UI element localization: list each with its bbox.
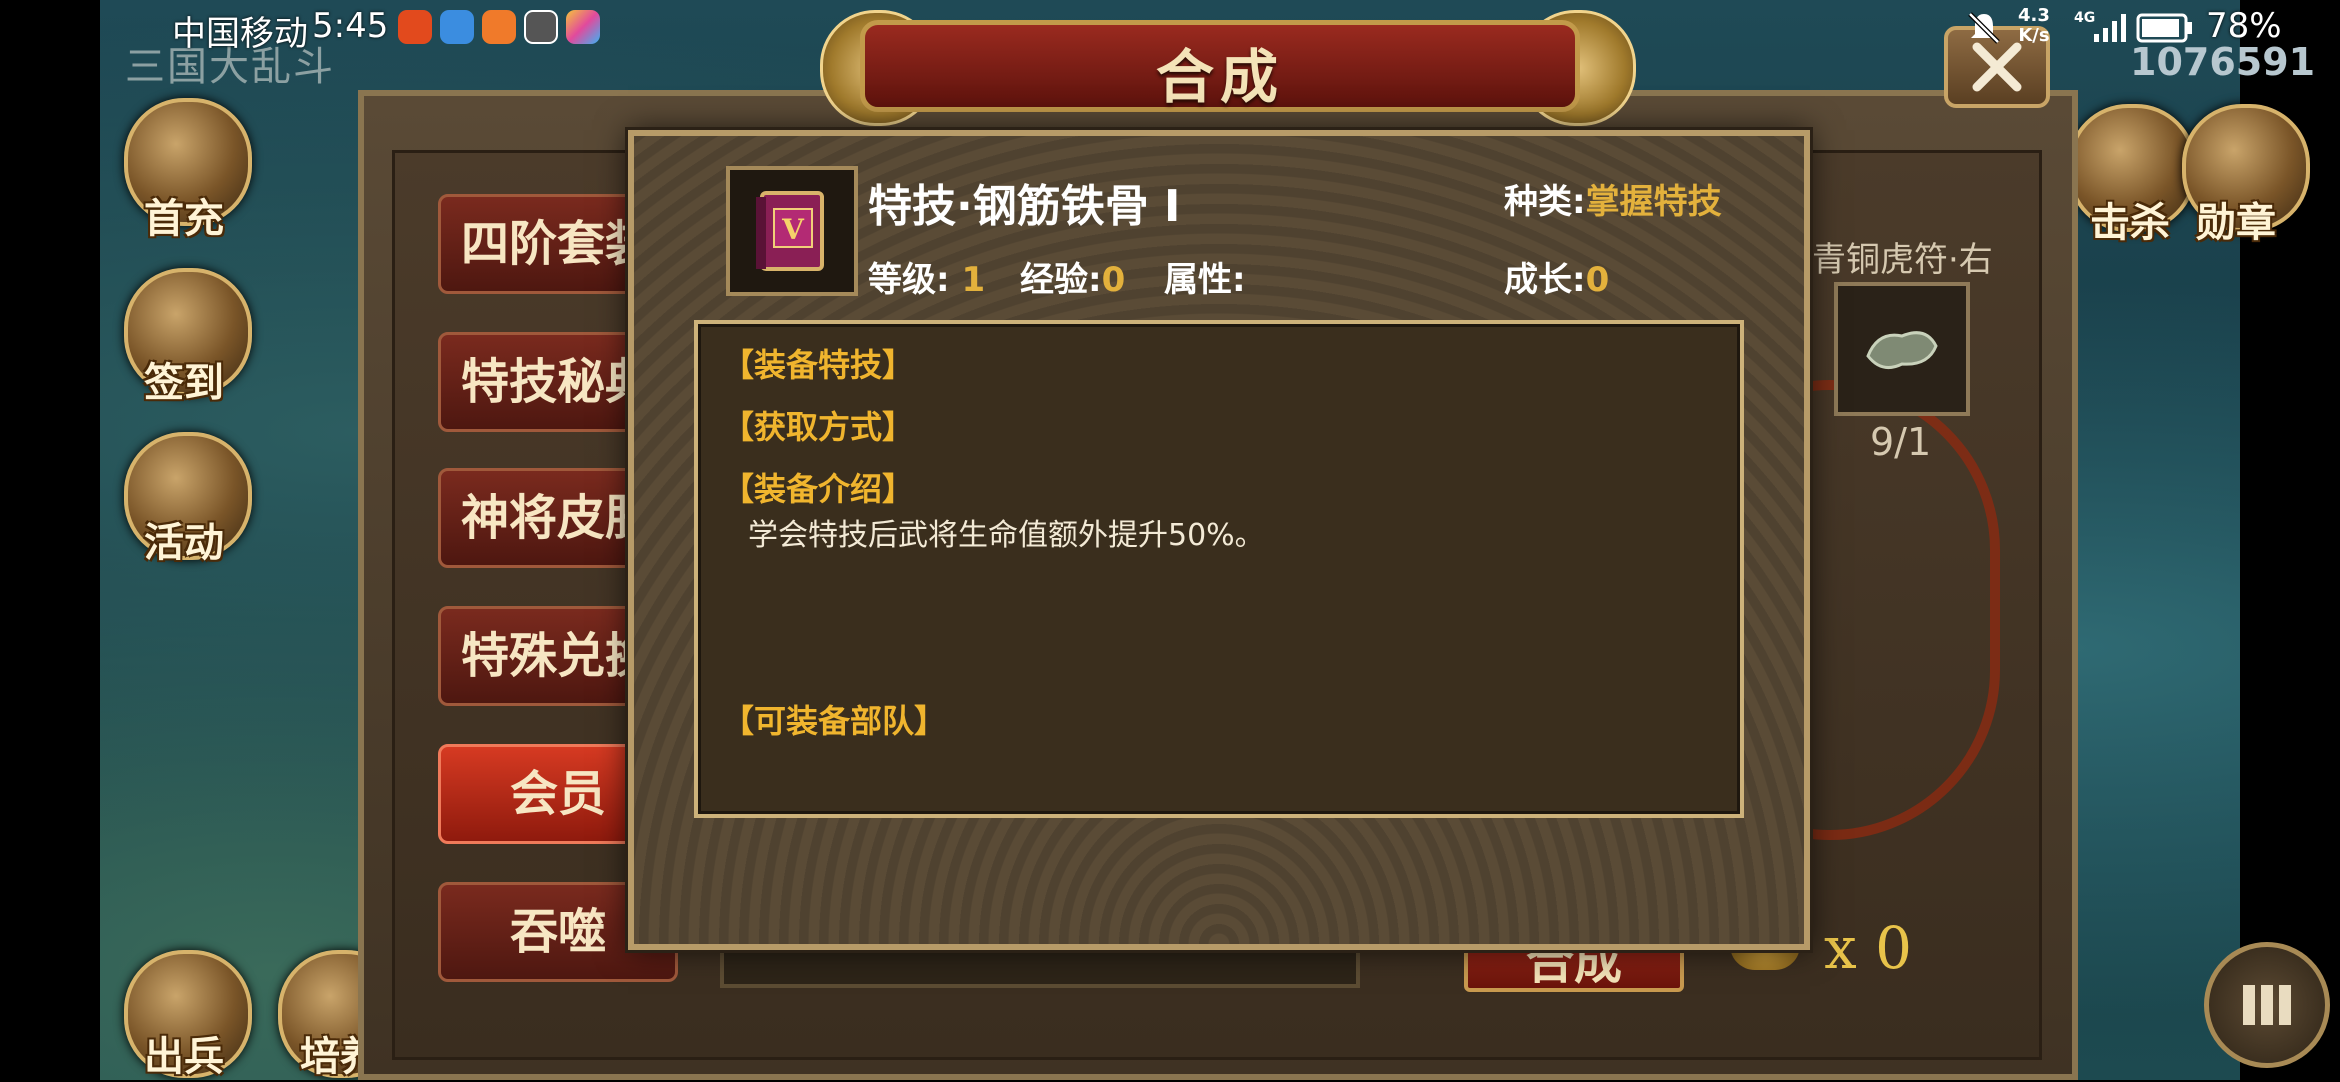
exp-value: 0 <box>1101 260 1126 300</box>
material-count: 9/1 <box>1870 420 1932 464</box>
skill-book-letter: V <box>781 213 805 246</box>
description-box <box>694 320 1744 818</box>
signal-icon <box>2094 14 2126 42</box>
item-icon-frame: V <box>726 166 858 296</box>
letterbox-left <box>0 0 100 1080</box>
material-slot[interactable] <box>1834 282 1970 416</box>
type-value: 掌握特技 <box>1585 182 1722 222</box>
item-type: 种类:掌握特技 <box>1504 174 1722 223</box>
material-name: 青铜虎符·右 <box>1812 240 1993 280</box>
item-name: 特技·钢筋铁骨 Ⅰ <box>868 181 1181 232</box>
mute-icon <box>1968 12 2000 44</box>
kill-label: 击杀 <box>2090 200 2170 246</box>
attr-label: 属性: <box>1164 260 1246 300</box>
activity-label: 活动 <box>144 520 224 566</box>
menu-grid-icon <box>2243 985 2291 1025</box>
coin-count: x 0 <box>1824 914 1913 982</box>
skill-book-icon: V <box>756 191 824 271</box>
status-bar: 中国移动 5:45 4.3 K/s 4G 78% <box>0 0 2340 56</box>
first-recharge-label: 首充 <box>144 196 224 242</box>
medal-label: 勋章 <box>2196 200 2276 246</box>
tiger-tally-icon <box>1866 331 1938 370</box>
section-equip-skill: 【装备特技】 <box>722 346 915 384</box>
level-value: 1 <box>961 260 986 300</box>
notification-app-icon-5 <box>566 10 600 44</box>
battery-icon <box>2136 13 2192 43</box>
section-obtain-method: 【获取方式】 <box>722 408 915 446</box>
notification-app-icon-3 <box>482 10 516 44</box>
notification-app-icon-1 <box>398 10 432 44</box>
item-attr: 属性: <box>1164 252 1246 301</box>
battery-level: 78% <box>2206 6 2282 46</box>
net-speed-unit: K/s <box>2018 25 2050 46</box>
item-growth: 成长:0 <box>1504 252 1609 301</box>
section-equippable-troops: 【可装备部队】 <box>722 702 947 740</box>
section-equip-intro: 【装备介绍】 <box>722 470 915 508</box>
deploy-label: 出兵 <box>144 1034 224 1080</box>
type-label: 种类: <box>1504 182 1586 222</box>
carrier-name: 中国移动 <box>172 14 308 54</box>
notification-app-icon-4 <box>524 10 558 44</box>
notification-app-icon-2 <box>440 10 474 44</box>
net-speed-value: 4.3 <box>2018 5 2050 26</box>
equip-intro-text: 学会特技后武将生命值额外提升50%。 <box>748 518 1265 553</box>
exp-label: 经验: <box>1020 260 1102 300</box>
level-label: 等级: <box>868 260 950 300</box>
menu-grid-button[interactable] <box>2204 942 2330 1068</box>
item-level: 等级: 1 <box>868 252 985 301</box>
growth-value: 0 <box>1585 260 1610 300</box>
clock: 5:45 <box>312 6 389 46</box>
growth-label: 成长: <box>1504 260 1586 300</box>
item-exp: 经验:0 <box>1020 252 1125 301</box>
sign-in-label: 签到 <box>144 360 224 406</box>
net-speed: 4.3 K/s <box>2018 6 2050 46</box>
